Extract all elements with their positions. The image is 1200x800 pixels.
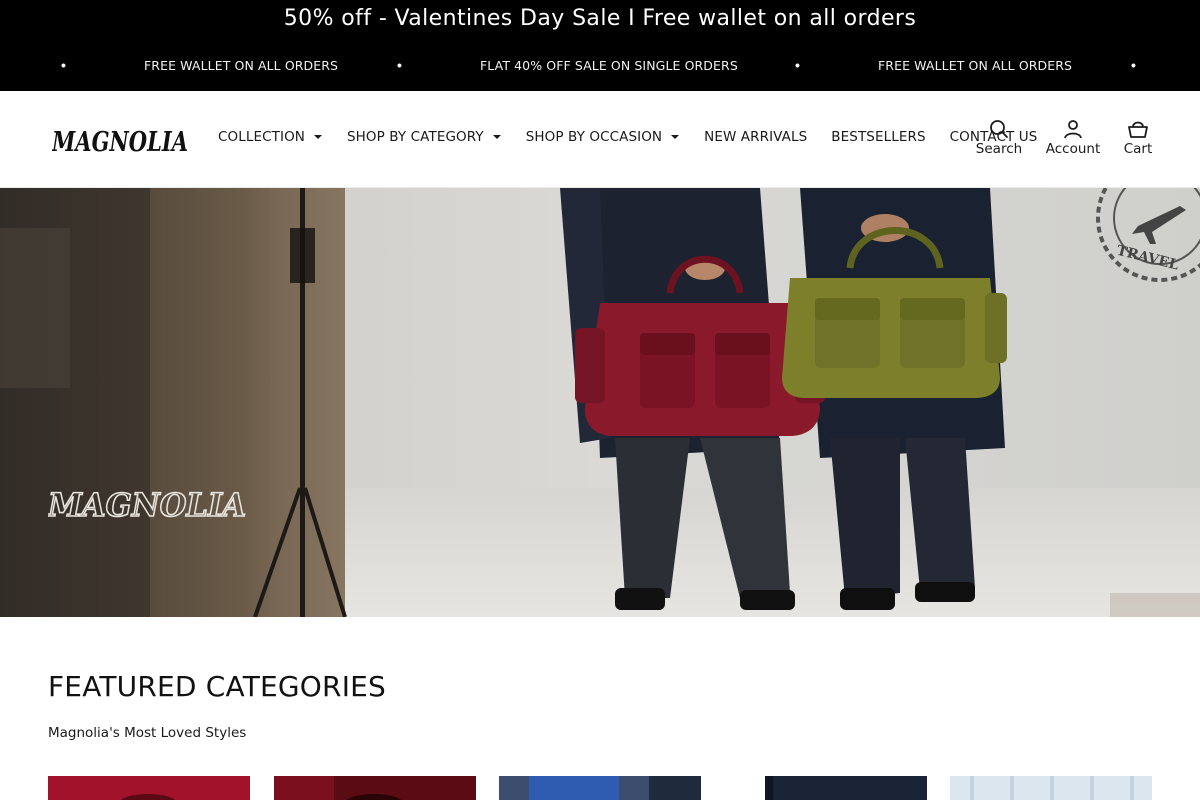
nav-label: SHOP BY OCCASION xyxy=(525,129,663,145)
category-image xyxy=(950,776,1152,800)
ticker-item: FLAT 40% OFF SALE ON SINGLE ORDERS xyxy=(480,58,738,73)
chevron-down-icon xyxy=(671,135,680,139)
account-button[interactable]: Account xyxy=(1045,119,1101,157)
hero-brand-logo: MAGNOLIA xyxy=(48,484,248,524)
basket-icon xyxy=(1128,121,1148,138)
nav-label: SHOP BY CATEGORY xyxy=(347,129,484,145)
announcement-bar: 50% off - Valentines Day Sale I Free wal… xyxy=(0,0,1200,91)
svg-text:MAGNOLIA: MAGNOLIA xyxy=(52,127,188,157)
search-button[interactable]: Search xyxy=(975,119,1023,157)
featured-categories-subtitle: Magnolia's Most Loved Styles xyxy=(48,725,247,741)
category-card-4[interactable] xyxy=(725,776,927,800)
announcement-ticker: • FREE WALLET ON ALL ORDERS • FLAT 40% O… xyxy=(0,56,1200,76)
svg-text:MAGNOLIA: MAGNOLIA xyxy=(48,486,246,524)
brand-logo[interactable]: MAGNOLIA xyxy=(51,125,190,158)
nav-label: BESTSELLERS xyxy=(831,129,926,145)
user-icon xyxy=(1064,120,1082,139)
hero-banner[interactable]: TRAVEL MAGNOLIA xyxy=(0,188,1200,617)
category-card-1[interactable] xyxy=(48,776,250,800)
ticker-dot: • xyxy=(397,57,403,73)
category-card-2[interactable] xyxy=(274,776,476,800)
category-image xyxy=(499,776,701,800)
featured-categories-title: FEATURED CATEGORIES xyxy=(48,670,387,703)
search-label: Search xyxy=(975,141,1023,157)
cart-button[interactable]: Cart xyxy=(1120,119,1156,157)
search-icon xyxy=(990,120,1008,138)
hero-image: TRAVEL xyxy=(0,188,1200,617)
account-label: Account xyxy=(1045,141,1101,157)
nav-collection[interactable]: COLLECTION xyxy=(218,129,323,145)
hero-brand-wordmark: MAGNOLIA xyxy=(48,485,247,524)
nav-shop-by-category[interactable]: SHOP BY CATEGORY xyxy=(347,129,502,145)
main-nav: COLLECTION SHOP BY CATEGORY SHOP BY OCCA… xyxy=(218,129,1037,145)
category-image xyxy=(48,776,250,800)
ticker-item: FREE WALLET ON ALL ORDERS xyxy=(144,58,339,73)
site-header: MAGNOLIA COLLECTION SHOP BY CATEGORY SHO… xyxy=(0,91,1200,188)
category-cards xyxy=(48,776,1152,800)
nav-shop-by-occasion[interactable]: SHOP BY OCCASION xyxy=(526,129,680,145)
chevron-down-icon xyxy=(492,135,501,139)
category-image xyxy=(274,776,476,800)
nav-bestsellers[interactable]: BESTSELLERS xyxy=(831,129,925,145)
category-card-3[interactable] xyxy=(499,776,701,800)
cart-label: Cart xyxy=(1123,141,1153,157)
nav-label: NEW ARRIVALS xyxy=(704,129,808,145)
nav-new-arrivals[interactable]: NEW ARRIVALS xyxy=(704,129,807,145)
category-card-5[interactable] xyxy=(950,776,1152,800)
brand-logo-mark: MAGNOLIA xyxy=(51,127,188,158)
category-image xyxy=(725,776,927,800)
ticker-dot: • xyxy=(61,57,67,73)
announcement-title: 50% off - Valentines Day Sale I Free wal… xyxy=(283,6,917,31)
nav-label: COLLECTION xyxy=(218,129,306,145)
ticker-dot: • xyxy=(795,57,801,73)
chevron-down-icon xyxy=(314,135,323,139)
ticker-item: FREE WALLET ON ALL ORDERS xyxy=(878,58,1073,73)
ticker-dot: • xyxy=(1131,57,1137,73)
